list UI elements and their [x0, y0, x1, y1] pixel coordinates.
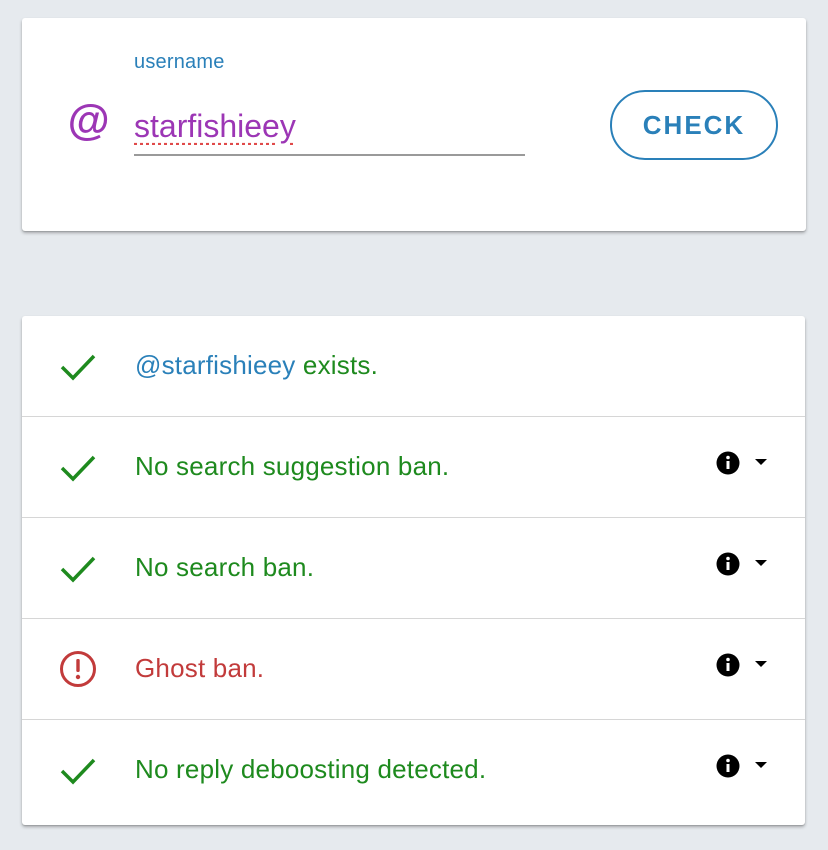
info-icon[interactable] [716, 451, 740, 475]
results-list: @starfishieey exists. No search suggesti… [22, 316, 805, 825]
result-text: No search ban. [135, 552, 315, 582]
error-circle-icon [60, 651, 96, 687]
result-text: No reply deboosting detected. [135, 754, 487, 784]
chevron-down-icon[interactable] [754, 457, 768, 467]
result-row-exists: @starfishieey exists. [22, 316, 805, 417]
username-handle: @starfishieey [135, 350, 296, 380]
check-icon [60, 455, 96, 482]
chevron-down-icon[interactable] [754, 760, 768, 770]
result-row-reply-deboosting: No reply deboosting detected. [22, 720, 805, 825]
check-icon [60, 354, 96, 381]
username-search-card: @ username CHECK [22, 18, 806, 231]
info-icon[interactable] [716, 754, 740, 778]
chevron-down-icon[interactable] [754, 558, 768, 568]
exists-suffix: exists. [295, 350, 379, 380]
info-icon[interactable] [716, 552, 740, 576]
info-icon[interactable] [716, 653, 740, 677]
at-sign-icon: @ [67, 97, 109, 145]
result-text-exists: @starfishieey exists. [135, 349, 378, 381]
result-text: Ghost ban. [135, 653, 265, 683]
username-input[interactable] [134, 98, 525, 156]
check-icon [60, 758, 96, 785]
chevron-down-icon[interactable] [754, 659, 768, 669]
result-row-search-ban: No search ban. [22, 518, 805, 619]
result-row-search-suggestion-ban: No search suggestion ban. [22, 417, 805, 518]
check-button[interactable]: CHECK [610, 90, 778, 160]
result-text: No search suggestion ban. [135, 451, 450, 481]
username-field-label: username [134, 51, 225, 73]
result-row-ghost-ban: Ghost ban. [22, 619, 805, 720]
check-icon [60, 556, 96, 583]
